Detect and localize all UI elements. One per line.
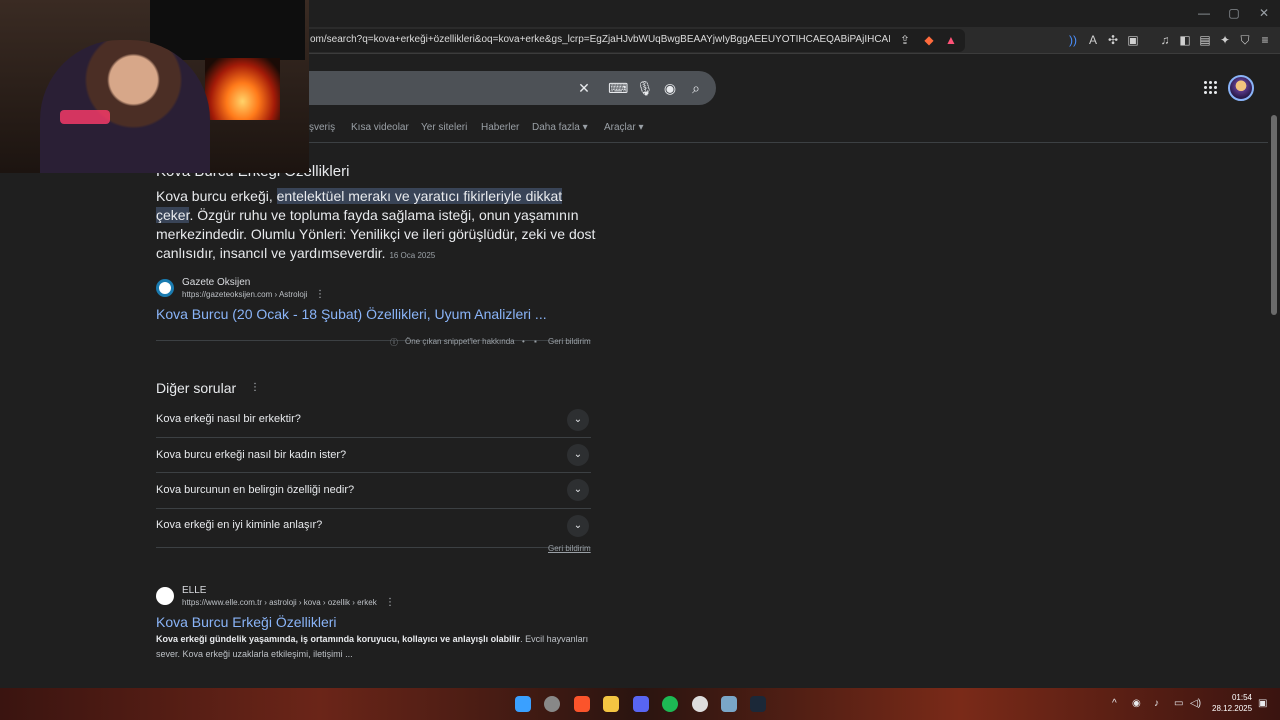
maximize-button[interactable]: ▢: [1226, 6, 1242, 20]
webcam-overlay: [0, 0, 309, 173]
dot-separator: •: [522, 337, 525, 346]
notification-icon[interactable]: ▣: [1258, 698, 1267, 709]
minimize-button[interactable]: —: [1196, 6, 1212, 20]
gazete-oksijen-favicon: [156, 279, 174, 297]
translate-icon[interactable]: A: [1086, 33, 1100, 47]
close-button[interactable]: ✕: [1256, 6, 1272, 20]
brave-icon[interactable]: [574, 696, 590, 712]
monitor-app-icon[interactable]: [721, 696, 737, 712]
webcam-fireplace-screen: [205, 58, 280, 120]
tray-steam-icon[interactable]: ◉: [1132, 698, 1141, 709]
feedback-icon: ▪: [534, 337, 537, 346]
share-icon[interactable]: ⇪: [898, 33, 912, 47]
webcam-light: [60, 110, 110, 124]
more-options-icon[interactable]: ⋮: [385, 597, 395, 608]
result-title-link[interactable]: Kova Burcu Erkeği Özellikleri: [156, 614, 337, 630]
clock-time: 01:54: [1231, 693, 1252, 702]
vpn-icon[interactable]: ⛉: [1238, 33, 1252, 47]
paa-divider: [156, 547, 591, 548]
start-icon[interactable]: [515, 696, 531, 712]
wallet-icon[interactable]: ▤: [1198, 33, 1212, 47]
tray-overflow-icon[interactable]: ^: [1112, 698, 1117, 709]
chevron-down-icon[interactable]: ⌄: [567, 479, 589, 501]
snippet-text-before: Kova burcu erkeği,: [156, 188, 277, 204]
browser-app-icon[interactable]: [544, 696, 560, 712]
spotify-icon[interactable]: [662, 696, 678, 712]
result-snippet: Kova erkeği gündelik yaşamında, iş ortam…: [156, 632, 596, 662]
paa-question[interactable]: Kova burcu erkeği nasıl bir kadın ister?: [156, 449, 346, 461]
webcam-poster: [150, 0, 305, 60]
paa-divider: [156, 437, 591, 438]
sidebar-icon[interactable]: ◧: [1178, 33, 1192, 47]
source-name[interactable]: ELLE: [182, 585, 206, 596]
address-bar[interactable]: om/search?q=kova+erkeği+özellikleri&oq=k…: [300, 29, 965, 52]
tab-news[interactable]: Haberler: [481, 122, 519, 133]
steam-icon[interactable]: [750, 696, 766, 712]
tab-more[interactable]: Daha fazla ▾: [532, 122, 588, 133]
snippet-date: 16 Oca 2025: [389, 251, 436, 260]
keyboard-icon[interactable]: ⌨: [608, 80, 628, 96]
tray-mic-icon[interactable]: ♪: [1154, 698, 1159, 709]
steam-alt-icon[interactable]: [692, 696, 708, 712]
more-options-icon[interactable]: ⋮: [315, 289, 325, 300]
people-also-ask-title: Diğer sorular: [156, 380, 237, 396]
snippet-bold: Kova erkeği gündelik yaşamında, iş ortam…: [156, 634, 521, 644]
chevron-down-icon[interactable]: ⌄: [567, 444, 589, 466]
page-scrollbar[interactable]: [1268, 55, 1280, 685]
screenshot-icon[interactable]: ▣: [1126, 33, 1140, 47]
audio-icon[interactable]: )): [1066, 33, 1080, 47]
tab-shopping[interactable]: şveriş: [309, 122, 335, 133]
extensions-icon[interactable]: ✣: [1106, 33, 1120, 47]
source-url[interactable]: https://gazeteoksijen.com › Astroloji: [182, 290, 307, 299]
snippet-divider: [156, 340, 591, 341]
tray-volume-icon[interactable]: ◁): [1190, 698, 1201, 709]
clock-date: 28.12.2025: [1212, 704, 1253, 713]
menu-icon[interactable]: ≡: [1258, 33, 1272, 47]
snippet-text-after: . Özgür ruhu ve topluma fayda sağlama is…: [156, 207, 596, 261]
about-snippets-link[interactable]: Öne çıkan snippet'ler hakkında: [405, 337, 515, 346]
paa-feedback-link[interactable]: Geri bildirim: [548, 544, 591, 553]
discord-icon[interactable]: [633, 696, 649, 712]
brave-shield-icon[interactable]: ◆: [922, 33, 936, 47]
chevron-down-icon[interactable]: ⌄: [567, 409, 589, 431]
featured-snippet-link[interactable]: Kova Burcu (20 Ocak - 18 Şubat) Özellikl…: [156, 306, 547, 322]
tray-network-icon[interactable]: ▭: [1174, 698, 1183, 709]
scroll-thumb[interactable]: [1271, 115, 1277, 315]
elle-favicon: [156, 587, 174, 605]
paa-question[interactable]: Kova erkeği nasıl bir erkektir?: [156, 413, 301, 425]
clear-icon[interactable]: ✕: [576, 80, 592, 96]
leo-ai-icon[interactable]: ✦: [1218, 33, 1232, 47]
paa-question[interactable]: Kova burcunun en belirgin özelliği nedir…: [156, 484, 354, 496]
media-icon[interactable]: ♫: [1158, 33, 1172, 47]
tab-places[interactable]: Yer siteleri: [421, 122, 467, 133]
snippet-feedback-link[interactable]: Geri bildirim: [548, 337, 591, 346]
system-clock[interactable]: 01:54 28.12.2025: [1212, 692, 1252, 714]
file-explorer-icon[interactable]: [603, 696, 619, 712]
taskbar: ^ ◉ ♪ ▭ ◁) 01:54 28.12.2025 ▣: [0, 688, 1280, 720]
brave-rewards-icon[interactable]: ▲: [944, 33, 958, 47]
source-url[interactable]: https://www.elle.com.tr › astroloji › ko…: [182, 598, 377, 607]
featured-snippet-text: Kova burcu erkeği, entelektüel merakı ve…: [156, 187, 596, 265]
help-icon: ⓘ: [390, 338, 398, 347]
account-avatar[interactable]: [1228, 75, 1254, 101]
search-input[interactable]: ✕ ⌨ 🎙 ◉ ⌕: [300, 71, 716, 105]
chevron-down-icon[interactable]: ⌄: [567, 515, 589, 537]
paa-divider: [156, 472, 591, 473]
paa-options-icon[interactable]: ⋮: [250, 382, 260, 393]
tab-tools[interactable]: Araçlar ▾: [604, 122, 643, 133]
tab-short-videos[interactable]: Kısa videolar: [351, 122, 409, 133]
url-text: om/search?q=kova+erkeği+özellikleri&oq=k…: [310, 34, 890, 45]
paa-divider: [156, 508, 591, 509]
microphone-icon[interactable]: 🎙: [636, 80, 654, 96]
search-icon[interactable]: ⌕: [688, 80, 704, 96]
apps-grid-icon[interactable]: [1204, 81, 1218, 95]
paa-question[interactable]: Kova erkeği en iyi kiminle anlaşır?: [156, 519, 322, 531]
camera-search-icon[interactable]: ◉: [662, 80, 678, 96]
source-name[interactable]: Gazete Oksijen: [182, 277, 250, 288]
